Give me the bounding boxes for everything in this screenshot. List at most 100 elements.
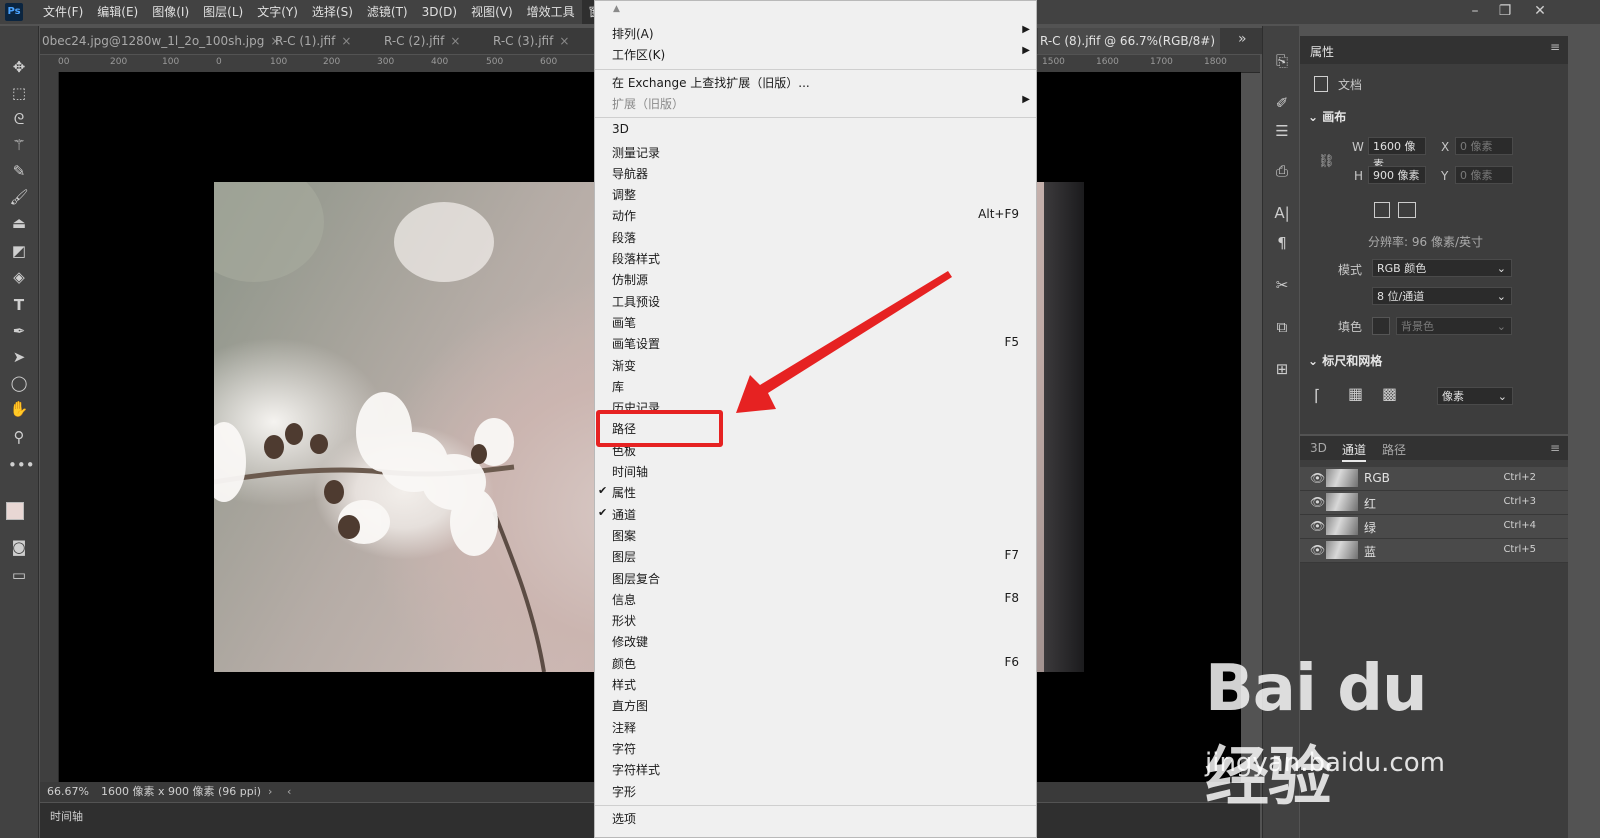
- menu-item[interactable]: 字形: [595, 780, 1036, 801]
- x-field[interactable]: 0 像素: [1455, 137, 1513, 155]
- move-tool-icon[interactable]: ✥: [8, 56, 30, 78]
- menu-6[interactable]: 滤镜(T): [360, 0, 415, 24]
- document-tab[interactable]: R-C (1).jfif ×: [273, 28, 379, 54]
- stamp-tool-icon[interactable]: ⏏: [8, 212, 30, 234]
- menu-0[interactable]: 文件(F): [36, 0, 90, 24]
- tab-channels[interactable]: 通道: [1342, 441, 1367, 462]
- channel-row[interactable]: 👁 红 Ctrl+3: [1300, 491, 1568, 515]
- plugins-panel-icon[interactable]: ⊞: [1271, 358, 1293, 380]
- eye-icon[interactable]: 👁: [1310, 471, 1325, 485]
- landscape-orientation-icon[interactable]: [1398, 202, 1416, 218]
- menu-item[interactable]: 直方图: [595, 694, 1036, 715]
- menu-item[interactable]: 时间轴: [595, 460, 1036, 481]
- channel-row[interactable]: 👁 绿 Ctrl+4: [1300, 515, 1568, 539]
- menu-item[interactable]: 在 Exchange 上查找扩展（旧版）...: [595, 71, 1036, 92]
- chevron-right-icon[interactable]: ›: [268, 782, 272, 802]
- tool-presets-icon[interactable]: ✂: [1271, 274, 1293, 296]
- paragraph-panel-icon[interactable]: ¶: [1271, 232, 1293, 254]
- menu-9[interactable]: 增效工具: [520, 0, 582, 24]
- menu-item[interactable]: 段落: [595, 226, 1036, 247]
- eraser-tool-icon[interactable]: ◩: [8, 240, 30, 262]
- menu-8[interactable]: 视图(V): [464, 0, 520, 24]
- menu-item[interactable]: 图案: [595, 524, 1036, 545]
- eye-icon[interactable]: 👁: [1310, 495, 1325, 509]
- menu-4[interactable]: 文字(Y): [250, 0, 305, 24]
- eye-icon[interactable]: 👁: [1310, 519, 1325, 533]
- menu-item[interactable]: 工作区(K) ▶: [595, 43, 1036, 64]
- fill-color-swatch[interactable]: [1372, 317, 1390, 335]
- eye-icon[interactable]: 👁: [1310, 543, 1325, 557]
- eyedropper-icon[interactable]: ✎: [8, 160, 30, 182]
- mode-select[interactable]: RGB 颜色 ⌄: [1372, 259, 1512, 277]
- brush-tool-icon[interactable]: 🖌: [8, 186, 30, 208]
- restore-icon[interactable]: ❐: [1490, 0, 1520, 24]
- menu-2[interactable]: 图像(I): [145, 0, 196, 24]
- close-tab-icon[interactable]: ×: [559, 34, 569, 48]
- menu-item[interactable]: 导航器: [595, 162, 1036, 183]
- close-tab-icon[interactable]: ×: [341, 34, 351, 48]
- tab-paths[interactable]: 路径: [1382, 441, 1406, 458]
- menu-item[interactable]: 选项: [595, 807, 1036, 828]
- scroll-up-icon[interactable]: ▲: [613, 4, 620, 14]
- pen-tool-icon[interactable]: ✒: [8, 320, 30, 342]
- transparency-grid-icon[interactable]: ▩: [1382, 384, 1397, 403]
- document-tab[interactable]: R-C (2).jfif ×: [382, 28, 488, 54]
- bit-depth-select[interactable]: 8 位/通道 ⌄: [1372, 287, 1512, 305]
- menu-item[interactable]: 修改键: [595, 630, 1036, 651]
- more-tools-icon[interactable]: •••: [8, 454, 35, 476]
- close-tab-icon[interactable]: ×: [450, 34, 460, 48]
- lasso-tool-icon[interactable]: ᘓ: [8, 108, 30, 130]
- fill-select[interactable]: 背景色 ⌄: [1396, 317, 1512, 335]
- character-panel-icon[interactable]: A|: [1271, 202, 1293, 224]
- menu-item[interactable]: 排列(A) ▶: [595, 22, 1036, 43]
- adjustments-icon[interactable]: ☰: [1271, 120, 1293, 142]
- clone-source-icon[interactable]: ⎙: [1271, 160, 1293, 182]
- rulers-section-toggle[interactable]: ⌄ 标尺和网格: [1308, 352, 1382, 369]
- menu-item[interactable]: 属性 ✔: [595, 481, 1036, 502]
- menu-item[interactable]: 颜色 F6: [595, 652, 1036, 673]
- ruler-icon[interactable]: ⌈: [1314, 386, 1320, 405]
- menu-7[interactable]: 3D(D): [415, 0, 464, 24]
- menu-item[interactable]: 样式: [595, 673, 1036, 694]
- link-dimensions-icon[interactable]: ⛓: [1318, 154, 1335, 169]
- foreground-color-swatch[interactable]: [6, 502, 24, 520]
- ellipse-tool-icon[interactable]: ◯: [8, 372, 30, 394]
- canvas-section-toggle[interactable]: ⌄ 画布: [1308, 108, 1346, 125]
- units-select[interactable]: 像素 ⌄: [1437, 387, 1513, 405]
- paint-bucket-icon[interactable]: ◈: [8, 266, 30, 288]
- history-panel-icon[interactable]: ⎘: [1271, 50, 1293, 72]
- menu-5[interactable]: 选择(S): [305, 0, 360, 24]
- menu-3[interactable]: 图层(L): [196, 0, 250, 24]
- document-tab[interactable]: 0bec24.jpg@1280w_1l_2o_100sh.jpg ×: [40, 28, 280, 54]
- quick-mask-icon[interactable]: ◙: [8, 536, 30, 558]
- hand-tool-icon[interactable]: ✋: [8, 398, 30, 420]
- grid-icon[interactable]: ▦: [1348, 384, 1363, 403]
- active-document-tab[interactable]: R-C (8).jfif @ 66.7%(RGB/8#)×: [1038, 28, 1220, 54]
- height-field[interactable]: 900 像素: [1368, 166, 1426, 184]
- menu-item[interactable]: 3D: [595, 119, 1036, 140]
- menu-item[interactable]: 图层复合: [595, 567, 1036, 588]
- menu-item[interactable]: 图层 F7: [595, 545, 1036, 566]
- brush-settings-icon[interactable]: ✐: [1271, 92, 1293, 114]
- type-tool-icon[interactable]: T: [8, 294, 30, 316]
- menu-item[interactable]: 动作 Alt+F9: [595, 204, 1036, 225]
- zoom-tool-icon[interactable]: ⚲: [8, 426, 30, 448]
- portrait-orientation-icon[interactable]: [1374, 202, 1390, 218]
- close-window-icon[interactable]: ✕: [1525, 0, 1555, 24]
- menu-item[interactable]: 调整: [595, 183, 1036, 204]
- magic-wand-icon[interactable]: ⚚: [8, 134, 30, 156]
- minimize-icon[interactable]: –: [1460, 0, 1490, 24]
- channel-row[interactable]: 👁 RGB Ctrl+2: [1300, 467, 1568, 491]
- menu-item[interactable]: 字符: [595, 737, 1036, 758]
- menu-1[interactable]: 编辑(E): [90, 0, 145, 24]
- menu-item[interactable]: 测量记录: [595, 141, 1036, 162]
- tab-3d[interactable]: 3D: [1310, 441, 1327, 455]
- properties-title[interactable]: 属性: [1310, 43, 1334, 60]
- document-tab[interactable]: R-C (3).jfif ×: [491, 28, 593, 54]
- marquee-tool-icon[interactable]: ⬚: [8, 82, 30, 104]
- width-field[interactable]: 1600 像素: [1368, 137, 1426, 171]
- menu-item[interactable]: 通道 ✔: [595, 503, 1036, 524]
- path-select-icon[interactable]: ➤: [8, 346, 30, 368]
- timeline-tab[interactable]: 时间轴: [50, 808, 83, 824]
- glyphs-panel-icon[interactable]: ⧉: [1271, 316, 1293, 338]
